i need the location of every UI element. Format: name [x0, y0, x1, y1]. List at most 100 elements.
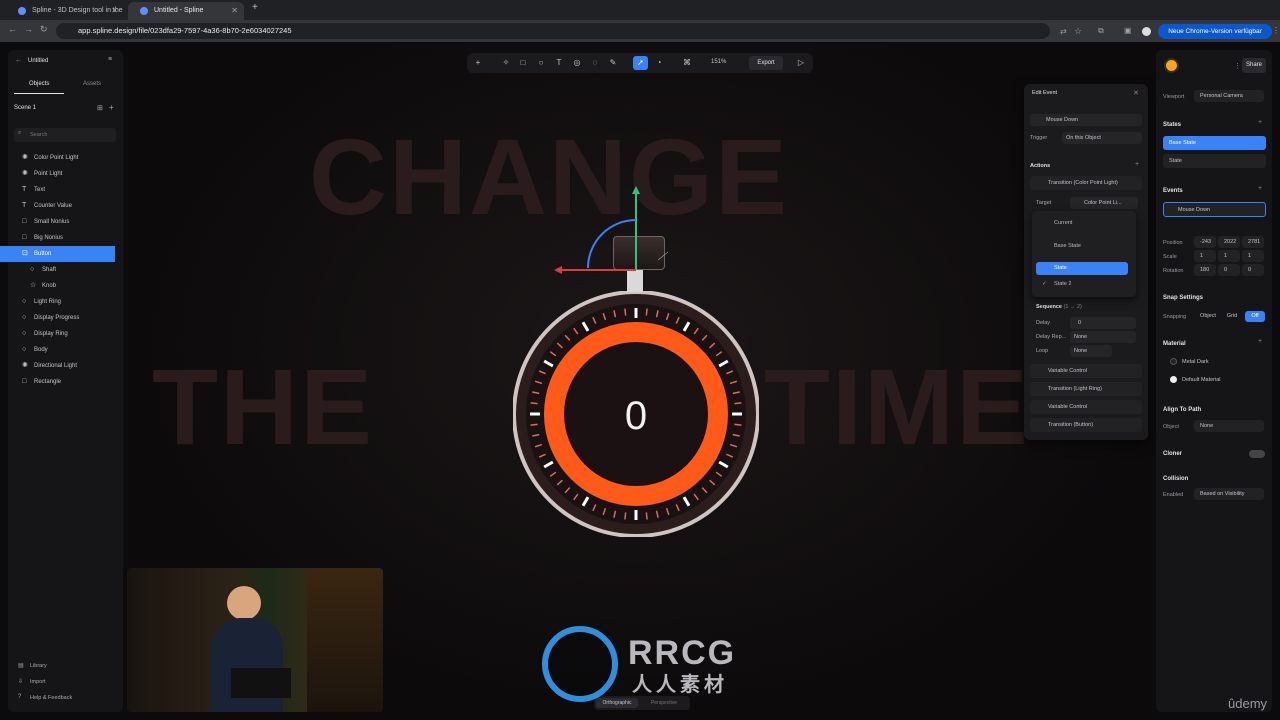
- layer-item[interactable]: □ Small Nonius: [8, 214, 115, 230]
- share-button[interactable]: Share: [1242, 58, 1266, 73]
- action-transition-light-ring[interactable]: Transition (Light Ring): [1030, 382, 1142, 396]
- menu-kebab-icon[interactable]: ⋮: [1272, 26, 1280, 35]
- layer-item[interactable]: ○ Body: [8, 342, 115, 358]
- layer-item[interactable]: □ Rectangle: [8, 374, 115, 390]
- layer-item[interactable]: ☆ Knob: [8, 278, 115, 294]
- add-material-icon[interactable]: +: [1258, 338, 1262, 345]
- state-option-state[interactable]: State: [1036, 262, 1128, 275]
- state-option-state-2[interactable]: ✓ State 2: [1036, 278, 1128, 291]
- import-link[interactable]: Import: [30, 679, 46, 685]
- light-tool-icon[interactable]: ◎: [572, 58, 582, 68]
- action-transition-button[interactable]: Transition (Button): [1030, 418, 1142, 432]
- more-icon[interactable]: ⋮: [1234, 62, 1241, 70]
- state-item[interactable]: State: [1163, 154, 1266, 168]
- material-default[interactable]: Default Material: [1182, 377, 1221, 383]
- scale-field[interactable]: 1: [1242, 250, 1264, 262]
- tab-objects[interactable]: Objects: [29, 81, 49, 87]
- text-tool-icon[interactable]: T: [554, 58, 564, 68]
- event-type-select[interactable]: Mouse Down: [1030, 114, 1142, 126]
- view-orthographic[interactable]: Orthographic: [596, 698, 638, 708]
- add-state-icon[interactable]: +: [1258, 119, 1262, 126]
- loop-select[interactable]: None: [1070, 345, 1112, 357]
- select-tool-icon[interactable]: ➚: [633, 56, 648, 70]
- event-mouse-down[interactable]: Mouse Down: [1163, 202, 1266, 217]
- forward-icon[interactable]: →: [24, 24, 33, 34]
- layer-item[interactable]: ✺ Color Point Light: [8, 150, 115, 166]
- scene-selector[interactable]: Scene 1: [14, 105, 36, 111]
- url-input[interactable]: app.spline.design/file/023dfa29-7597-4a3…: [56, 23, 1050, 39]
- play-icon[interactable]: ▷: [796, 58, 806, 68]
- close-panel-icon[interactable]: ✕: [1133, 89, 1139, 97]
- grid-view-icon[interactable]: ⊞: [97, 104, 103, 112]
- export-button[interactable]: Export: [749, 56, 783, 70]
- timer-dial[interactable]: 0: [513, 291, 759, 537]
- layer-item[interactable]: ○ Display Ring: [8, 326, 115, 342]
- back-icon[interactable]: ←: [8, 24, 17, 34]
- transform-gizmo[interactable]: [548, 180, 668, 300]
- layer-item[interactable]: ⊡ Button: [0, 246, 115, 262]
- new-tab-icon[interactable]: +: [252, 2, 258, 13]
- help-link[interactable]: Help & Feedback: [30, 695, 72, 701]
- collision-enabled-select[interactable]: Based on Visibility: [1194, 488, 1264, 500]
- user-avatar[interactable]: [1164, 58, 1179, 73]
- action-variable-control[interactable]: Variable Control: [1030, 364, 1142, 378]
- close-tab-icon[interactable]: ✕: [111, 2, 118, 20]
- search-input[interactable]: ⌕ Search: [14, 128, 116, 142]
- browser-tab[interactable]: Spline - 3D Design tool in the ✕: [6, 2, 124, 20]
- add-action-icon[interactable]: +: [1135, 161, 1139, 168]
- layer-item[interactable]: ○ Display Progress: [8, 310, 115, 326]
- add-scene-icon[interactable]: +: [109, 103, 114, 112]
- delay-input[interactable]: 0: [1070, 317, 1136, 329]
- snap-grid-option[interactable]: Grid: [1222, 311, 1242, 322]
- position-field[interactable]: -243: [1194, 236, 1216, 248]
- comment-tool-icon[interactable]: ◔: [654, 58, 664, 68]
- delay-repeat-select[interactable]: None: [1070, 331, 1136, 343]
- hamburger-menu-icon[interactable]: ≡: [108, 56, 112, 63]
- align-object-select[interactable]: None: [1194, 420, 1264, 432]
- action-variable-control[interactable]: Variable Control: [1030, 400, 1142, 414]
- close-tab-icon[interactable]: ✕: [231, 2, 238, 20]
- position-field[interactable]: 2022: [1218, 236, 1240, 248]
- back-arrow-icon[interactable]: ←: [15, 57, 22, 64]
- state-option-base[interactable]: Base State: [1036, 240, 1128, 253]
- trigger-select[interactable]: On this Object: [1062, 132, 1142, 144]
- layer-item[interactable]: T Counter Value: [8, 198, 115, 214]
- snap-off-option[interactable]: Off: [1245, 311, 1265, 322]
- state-base[interactable]: Base State: [1163, 136, 1266, 150]
- bookmark-star-icon[interactable]: ☆: [1074, 26, 1082, 37]
- layer-item[interactable]: T Text: [8, 182, 115, 198]
- state-option-current[interactable]: Current: [1036, 217, 1128, 230]
- layer-item[interactable]: □ Big Nonius: [8, 230, 115, 246]
- layer-item[interactable]: ✺ Point Light: [8, 166, 115, 182]
- rotation-field[interactable]: 0: [1242, 264, 1264, 276]
- profile-avatar[interactable]: [1142, 27, 1151, 36]
- add-event-icon[interactable]: +: [1258, 185, 1262, 192]
- material-metal-dark[interactable]: Metal Dark: [1182, 359, 1209, 365]
- zoom-level[interactable]: 151%: [711, 59, 726, 65]
- action-transition-color-point-light[interactable]: Transition (Color Point Light): [1030, 176, 1142, 190]
- layer-item[interactable]: ✺ Directional Light: [8, 358, 115, 374]
- scale-field[interactable]: 1: [1194, 250, 1216, 262]
- rotation-field[interactable]: 0: [1218, 264, 1240, 276]
- viewport-select[interactable]: Personal Camera: [1194, 90, 1264, 102]
- scale-field[interactable]: 1: [1218, 250, 1240, 262]
- tab-assets[interactable]: Assets: [83, 81, 101, 87]
- layer-item[interactable]: ○ Light Ring: [8, 294, 115, 310]
- translate-icon[interactable]: ⇄: [1060, 27, 1067, 36]
- rotation-field[interactable]: 180: [1194, 264, 1216, 276]
- position-field[interactable]: 2781: [1242, 236, 1264, 248]
- extensions-icon[interactable]: ⧉: [1098, 26, 1104, 36]
- browser-tab-active[interactable]: Untitled - Spline ✕: [128, 2, 244, 20]
- library-link[interactable]: Library: [30, 663, 47, 669]
- layer-item[interactable]: ○ Shaft: [8, 262, 115, 278]
- view-perspective[interactable]: Perspective: [642, 698, 686, 708]
- ai-tool-icon[interactable]: ✧: [501, 58, 511, 68]
- shape-tool-icon[interactable]: ◌: [590, 58, 600, 68]
- target-select[interactable]: Color Point Li...: [1070, 197, 1138, 209]
- play-settings-icon[interactable]: ⌘: [682, 58, 692, 68]
- reload-icon[interactable]: ↻: [40, 24, 48, 35]
- pen-tool-icon[interactable]: ✎: [608, 58, 618, 68]
- add-object-icon[interactable]: +: [473, 58, 483, 68]
- rectangle-tool-icon[interactable]: □: [518, 58, 528, 68]
- chrome-update-button[interactable]: Neue Chrome-Version verfügbar: [1158, 24, 1272, 39]
